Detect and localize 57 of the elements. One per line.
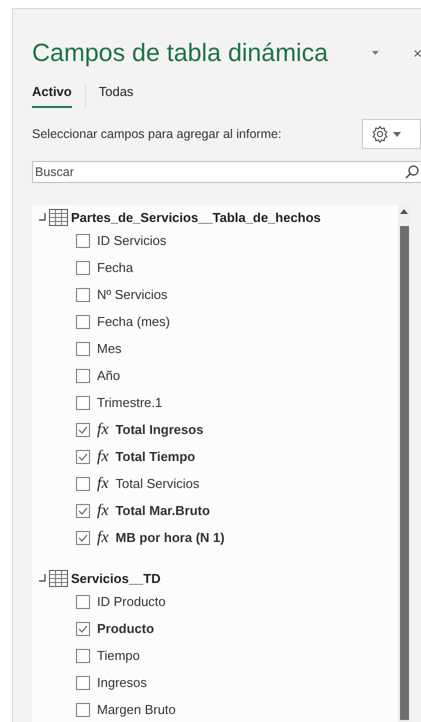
caret-icon: [393, 132, 401, 136]
tab[interactable]: Todas: [98, 84, 134, 108]
formula-icon: fx: [97, 448, 109, 466]
checkbox[interactable]: [76, 476, 90, 490]
checkbox[interactable]: [76, 530, 90, 544]
scroll-up-icon[interactable]: [400, 209, 408, 214]
tab[interactable]: Activo: [32, 84, 72, 108]
field-label[interactable]: Total Ingresos: [116, 422, 204, 437]
field-label[interactable]: Nº Servicios: [97, 287, 168, 302]
checkbox[interactable]: [76, 234, 90, 248]
checkbox[interactable]: [76, 450, 90, 464]
field-label[interactable]: Total Servicios: [116, 476, 200, 491]
checkbox[interactable]: [76, 314, 90, 328]
checkbox[interactable]: [76, 702, 90, 716]
field-label[interactable]: Trimestre.1: [97, 395, 162, 410]
field-label[interactable]: Fecha: [97, 260, 134, 275]
checkbox[interactable]: [76, 504, 90, 518]
collapse-icon[interactable]: [38, 213, 46, 221]
gear-icon: [371, 125, 389, 143]
field-label[interactable]: Producto: [97, 621, 154, 636]
field-label[interactable]: ID Producto: [97, 594, 166, 609]
table-icon: [49, 208, 68, 226]
table-name[interactable]: Partes_de_Servicios__Tabla_de_hechos: [71, 210, 321, 224]
checkbox[interactable]: [76, 260, 90, 274]
checkbox[interactable]: [76, 676, 90, 690]
field-label[interactable]: Fecha (mes): [97, 314, 170, 329]
field-label[interactable]: ID Servicios: [97, 233, 166, 248]
checkbox[interactable]: [76, 594, 90, 608]
search-icon: [405, 165, 419, 179]
field-label[interactable]: Año: [97, 368, 120, 383]
field-label[interactable]: Total Mar.Bruto: [116, 503, 210, 518]
field-label[interactable]: Ingresos: [97, 675, 147, 690]
field-label[interactable]: Tiempo: [97, 648, 140, 663]
checkbox[interactable]: [76, 342, 90, 356]
field-label[interactable]: Margen Bruto: [97, 702, 176, 717]
checkbox[interactable]: [76, 422, 90, 436]
formula-icon: fx: [97, 502, 109, 520]
field-label[interactable]: Mes: [97, 341, 122, 356]
table-name[interactable]: Servicios__TD: [71, 570, 161, 586]
checkbox[interactable]: [76, 396, 90, 410]
field-label[interactable]: Total Tiempo: [116, 449, 196, 464]
checkbox[interactable]: [76, 648, 90, 662]
close-icon[interactable]: [414, 48, 421, 58]
instruction-text: Seleccionar campos para agregar al informe:: [32, 127, 282, 141]
checkbox[interactable]: [76, 622, 90, 636]
collapse-icon[interactable]: [38, 574, 46, 582]
formula-icon: fx: [97, 474, 109, 492]
formula-icon: fx: [97, 420, 109, 438]
search-field[interactable]: Buscar: [32, 161, 421, 183]
dropdown-caret-icon[interactable]: [372, 50, 379, 56]
field-label[interactable]: MB por hora (N 1): [116, 530, 225, 545]
table-icon: [49, 570, 68, 586]
checkbox[interactable]: [76, 368, 90, 382]
panel-title: Campos de tabla dinámica: [32, 38, 328, 68]
checkbox[interactable]: [76, 288, 90, 302]
settings-button[interactable]: [362, 119, 421, 149]
formula-icon: fx: [97, 528, 109, 546]
